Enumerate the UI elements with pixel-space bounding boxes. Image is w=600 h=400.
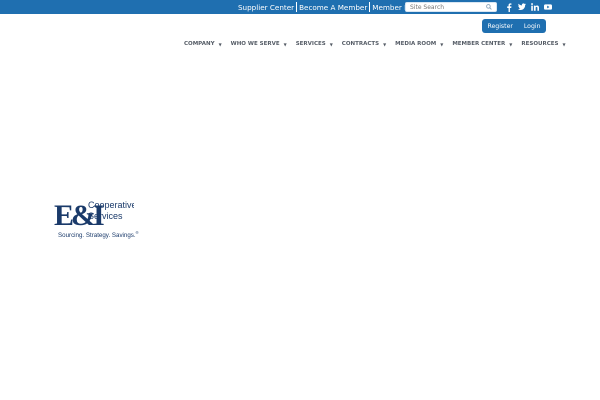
nav-label: MEDIA ROOM: [395, 41, 437, 47]
nav-item-services[interactable]: SERVICES ▼: [296, 41, 333, 47]
caret-down-icon: ▼: [562, 41, 566, 47]
nav-item-media-room[interactable]: MEDIA ROOM ▼: [395, 41, 443, 47]
social-links: [505, 1, 552, 13]
caret-down-icon: ▼: [509, 41, 513, 47]
logo-line2: Services: [88, 211, 123, 221]
caret-down-icon: ▼: [218, 41, 222, 47]
nav-label: RESOURCES: [521, 41, 559, 47]
facebook-icon[interactable]: [505, 2, 513, 12]
nav-label: CONTRACTS: [341, 41, 380, 47]
registered-mark: ®: [135, 230, 139, 235]
auth-bar: Register Login: [482, 19, 546, 33]
main-nav: COMPANY ▼ WHO WE SERVE ▼ SERVICES ▼ CONTRAC…: [184, 39, 575, 49]
top-links: Supplier Center Become A Member Member H…: [236, 0, 432, 14]
linkedin-icon[interactable]: [531, 2, 539, 12]
register-button[interactable]: Register: [487, 23, 512, 30]
search-input[interactable]: [406, 3, 484, 11]
nav-label: WHO WE SERVE: [230, 41, 280, 47]
nav-item-member-center[interactable]: MEMBER CENTER ▼: [452, 41, 512, 47]
youtube-icon[interactable]: [544, 2, 552, 12]
twitter-icon[interactable]: [518, 2, 526, 12]
nav-item-who-we-serve[interactable]: WHO WE SERVE ▼: [231, 41, 287, 47]
logo-tagline: Sourcing. Strategy. Savings.®: [58, 230, 139, 239]
caret-down-icon: ▼: [283, 41, 287, 47]
nav-label: SERVICES: [295, 41, 326, 47]
nav-item-resources[interactable]: RESOURCES ▼: [521, 41, 565, 47]
caret-down-icon: ▼: [440, 41, 444, 47]
nav-label: COMPANY: [184, 41, 215, 47]
caret-down-icon: ▼: [329, 41, 333, 47]
search-icon[interactable]: [484, 3, 494, 11]
nav-item-contracts[interactable]: CONTRACTS ▼: [342, 41, 386, 47]
nav-item-company[interactable]: COMPANY ▼: [184, 41, 222, 47]
supplier-center-link[interactable]: Supplier Center: [236, 3, 296, 12]
nav-label: MEMBER CENTER: [452, 41, 506, 47]
caret-down-icon: ▼: [383, 41, 387, 47]
logo-line1: Cooperative: [88, 200, 134, 210]
site-search[interactable]: [405, 2, 497, 12]
become-a-member-link[interactable]: Become A Member: [297, 3, 369, 12]
tagline-text: Sourcing. Strategy. Savings.: [58, 232, 136, 240]
login-button[interactable]: Login: [524, 23, 541, 30]
